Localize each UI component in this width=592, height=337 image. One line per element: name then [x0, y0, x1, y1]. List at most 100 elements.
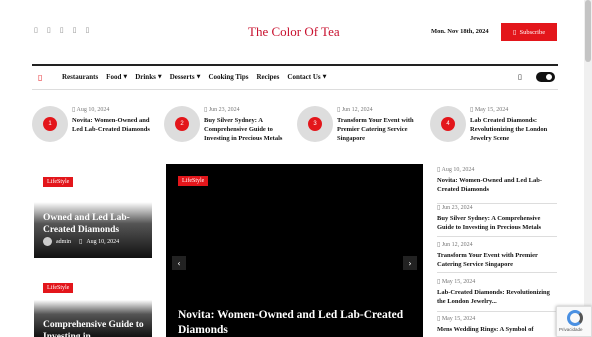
trending-date: ▯ Aug 10, 2024 [72, 106, 158, 113]
trending-title[interactable]: Novita: Women-Owned and Led Lab-Created … [72, 116, 158, 134]
post-title[interactable]: Owned and Led Lab-Created Diamonds [43, 212, 149, 236]
date-text: Jun 23, 2024 [441, 205, 473, 211]
sidebar-post[interactable]: ▯ Jun 23, 2024 Buy Silver Sydney: A Comp… [437, 204, 557, 232]
sidebar-title[interactable]: Novita: Women-Owned and Led Lab-Created … [437, 176, 557, 194]
chevron-down-icon: ▼ [322, 74, 327, 80]
calendar-icon: ▯ [72, 106, 76, 113]
nav-item-food[interactable]: Food ▼ [106, 73, 127, 81]
date-text: Jun 12, 2024 [441, 242, 473, 248]
post-date: Aug 10, 2024 [86, 238, 120, 245]
divider [437, 311, 557, 312]
post-author[interactable]: admin [56, 239, 71, 245]
date-text: Jun 12, 2024 [341, 107, 373, 113]
sidebar-date: ▯ Aug 10, 2024 [437, 166, 557, 173]
trending-number: 3 [308, 117, 322, 131]
sidebar-title[interactable]: Buy Silver Sydney: A Comprehensive Guide… [437, 214, 557, 232]
nav-label: Recipes [256, 73, 280, 81]
twitter-icon[interactable]: ▯ [47, 26, 51, 34]
trending-thumbnail[interactable]: 2 [164, 106, 200, 142]
toggle-knob [546, 74, 552, 80]
nav-item-contact-us[interactable]: Contact Us ▼ [287, 73, 326, 81]
nav-label: Cooking Tips [208, 73, 249, 81]
hero-title[interactable]: Novita: Women-Owned and Led Lab-Created … [178, 308, 408, 337]
sidebar-post[interactable]: ▯ May 15, 2024 Lab-Created Diamonds: Rev… [437, 278, 557, 306]
post-card[interactable]: LifeStyle Owned and Led Lab-Created Diam… [34, 172, 152, 258]
bell-icon: ▯ [512, 28, 517, 36]
date-text: Jun 23, 2024 [208, 107, 240, 113]
calendar-icon: ▯ [337, 106, 341, 113]
nav-item-restaurants[interactable]: Restaurants [62, 73, 98, 81]
subscribe-button[interactable]: ▯ Subscribe [501, 23, 557, 41]
nav-top-border [32, 64, 558, 66]
social-links: ▯ ▯ ▯ ▯ ▯ [34, 26, 89, 34]
facebook-icon[interactable]: ▯ [34, 26, 38, 34]
sidebar-post[interactable]: ▯ Jun 12, 2024 Transform Your Event with… [437, 241, 557, 269]
nav-item-desserts[interactable]: Desserts ▼ [170, 73, 201, 81]
calendar-icon: ▯ [204, 106, 208, 113]
trending-number: 2 [175, 117, 189, 131]
nav-item-cooking-tips[interactable]: Cooking Tips [208, 73, 248, 81]
date-text: Aug 10, 2024 [441, 167, 475, 173]
post-card[interactable]: LifeStyle Comprehensive Guide to Investi… [34, 280, 152, 337]
sidebar-date: ▯ Jun 23, 2024 [437, 204, 557, 211]
nav-label: Desserts [169, 73, 195, 81]
recaptcha-icon [567, 310, 583, 326]
header-date: Mon. Nov 18th, 2024 [431, 28, 489, 35]
trending-item[interactable]: 1 ▯ Aug 10, 2024 Novita: Women-Owned and… [32, 106, 158, 142]
nav-bottom-border [32, 89, 558, 90]
trending-title[interactable]: Lab Created Diamonds: Revolutionizing th… [470, 116, 558, 143]
sidebar-title[interactable]: Lab-Created Diamonds: Revolutionizing th… [437, 288, 557, 306]
pinterest-icon[interactable]: ▯ [73, 26, 77, 34]
hero-slider[interactable]: LifeStyle ‹ › Novita: Women-Owned and Le… [166, 164, 423, 337]
trending-number: 1 [43, 117, 57, 131]
main-nav: ▯ Restaurants Food ▼ Drinks ▼ Desserts ▼ Co… [38, 70, 327, 84]
post-title[interactable]: Comprehensive Guide to Investing in [43, 319, 149, 337]
slider-prev-button[interactable]: ‹ [172, 256, 186, 270]
slider-next-button[interactable]: › [403, 256, 417, 270]
sidebar-post[interactable]: ▯ Aug 10, 2024 Novita: Women-Owned and L… [437, 166, 557, 194]
calendar-icon: ▯ [437, 241, 441, 248]
dark-mode-toggle[interactable] [536, 72, 555, 82]
trending-date: ▯ Jun 12, 2024 [337, 106, 425, 113]
search-icon[interactable]: ▯ [518, 73, 522, 81]
youtube-icon[interactable]: ▯ [85, 26, 89, 34]
category-badge[interactable]: LifeStyle [43, 283, 74, 293]
calendar-icon: ▯ [437, 166, 441, 173]
calendar-icon: ▯ [470, 106, 474, 113]
trending-item[interactable]: 2 ▯ Jun 23, 2024 Buy Silver Sydney: A Co… [164, 106, 292, 143]
calendar-icon: ▯ [437, 278, 441, 285]
site-logo[interactable]: The Color Of Tea [248, 24, 340, 40]
recaptcha-badge[interactable]: Privacidade [556, 306, 592, 337]
sidebar-title[interactable]: Mens Wedding Rings: A Symbol of [437, 325, 555, 334]
category-badge[interactable]: LifeStyle [43, 177, 74, 187]
sidebar-post[interactable]: ▯ May 15, 2024 Mens Wedding Rings: A Sym… [437, 315, 557, 334]
recaptcha-label[interactable]: Privacidade [559, 327, 583, 332]
nav-label: Contact Us [287, 73, 321, 81]
calendar-icon: ▯ [79, 238, 83, 245]
date-text: May 15, 2024 [474, 107, 509, 113]
scrollbar-thumb[interactable] [585, 0, 591, 62]
chevron-down-icon: ▼ [123, 74, 128, 80]
nav-item-drinks[interactable]: Drinks ▼ [135, 73, 161, 81]
home-icon[interactable]: ▯ [38, 73, 54, 82]
nav-label: Drinks [135, 73, 156, 81]
category-badge[interactable]: LifeStyle [178, 176, 209, 186]
trending-item[interactable]: 3 ▯ Jun 12, 2024 Transform Your Event wi… [297, 106, 425, 143]
trending-thumbnail[interactable]: 4 [430, 106, 466, 142]
divider [437, 236, 557, 237]
trending-item[interactable]: 4 ▯ May 15, 2024 Lab Created Diamonds: R… [430, 106, 558, 143]
trending-number: 4 [441, 117, 455, 131]
nav-label: Food [106, 73, 122, 81]
date-text: May 15, 2024 [441, 279, 476, 285]
trending-title[interactable]: Transform Your Event with Premier Cateri… [337, 116, 425, 143]
sidebar-date: ▯ Jun 12, 2024 [437, 241, 557, 248]
logo-text[interactable]: The Color Of Tea [248, 24, 340, 39]
instagram-icon[interactable]: ▯ [60, 26, 64, 34]
trending-thumbnail[interactable]: 1 [32, 106, 68, 142]
trending-thumbnail[interactable]: 3 [297, 106, 333, 142]
nav-item-recipes[interactable]: Recipes [256, 73, 279, 81]
trending-title[interactable]: Buy Silver Sydney: A Comprehensive Guide… [204, 116, 292, 143]
divider [437, 272, 557, 273]
chevron-down-icon: ▼ [157, 74, 162, 80]
sidebar-title[interactable]: Transform Your Event with Premier Cateri… [437, 251, 557, 269]
